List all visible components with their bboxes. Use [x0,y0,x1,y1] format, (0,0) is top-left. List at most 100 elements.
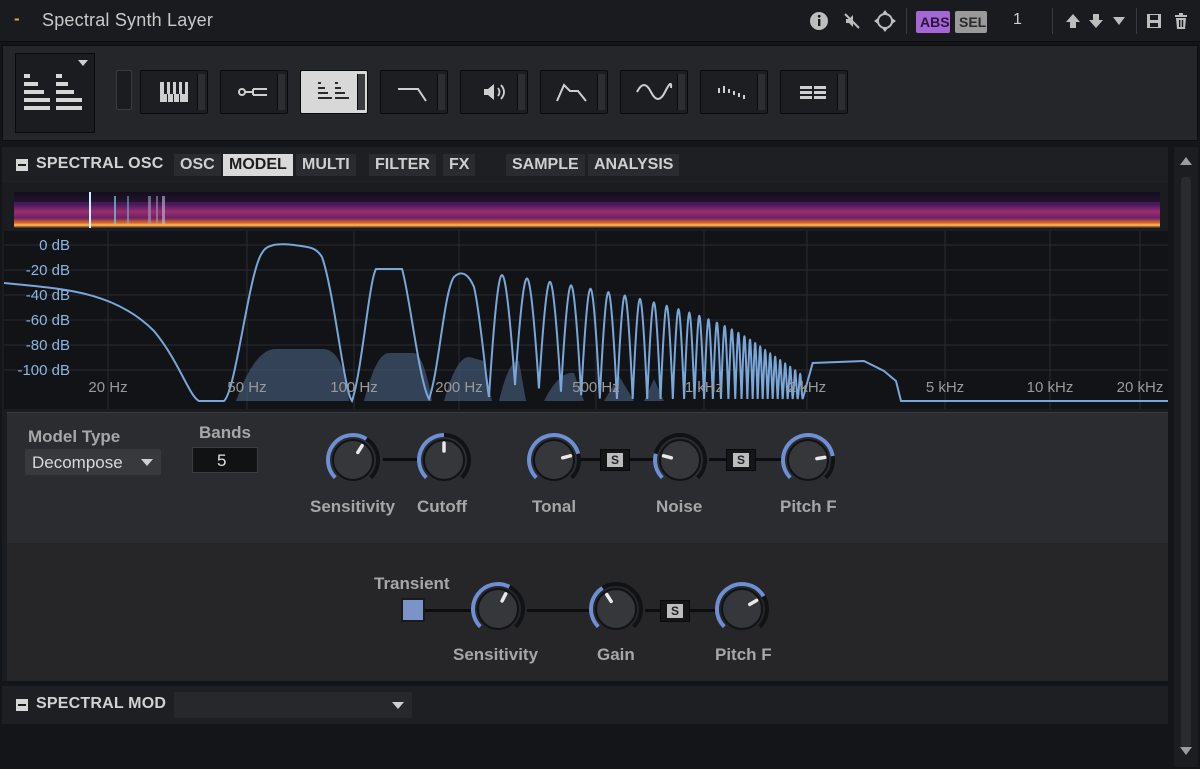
module-lfo-button[interactable] [620,70,688,114]
model-controls-panel: Model Type Decompose Bands 5 S S Sensiti… [7,412,1168,681]
sensitivity-label: Sensitivity [310,497,396,516]
sel-toggle[interactable]: SEL [955,11,987,33]
module-strip-handle [277,74,285,110]
save-icon[interactable] [1143,10,1165,32]
spectrum-plot: 0 dB -20 dB -40 dB -60 dB -80 dB -100 dB 20 Hz… [3,231,1168,409]
chevron-down-icon [78,60,88,66]
spectrum-curve [3,243,1168,404]
freq-tick-label: 200 Hz [435,379,483,396]
db-tick-label: -60 dB [26,312,70,329]
vertical-scrollbar[interactable] [1174,147,1198,767]
cutoff-label: Cutoff [417,497,468,516]
pitch-f-knob[interactable] [779,431,837,489]
tab-osc[interactable]: OSC [174,154,221,176]
bands-value: 5 [217,451,227,470]
scroll-down-icon[interactable] [1180,747,1192,755]
scroll-thumb[interactable] [1181,177,1191,747]
module-selector[interactable] [15,53,95,133]
spectral-bars-icon [318,82,349,99]
envelope-icon [556,83,587,102]
module-strip-handle [437,74,445,110]
module-keyboard-button[interactable] [140,70,208,114]
knob-link [527,609,591,612]
tonal-knob[interactable] [525,431,583,489]
tab-filter[interactable]: FILTER [369,154,436,176]
tab-multi[interactable]: MULTI [296,154,356,176]
db-tick-label: 0 dB [39,237,70,254]
svg-text:3: 3 [882,17,888,28]
module-strip [2,45,1198,141]
module-strip-handle [517,74,525,110]
knob-link [425,609,475,612]
noise-label: Noise [656,497,703,516]
trash-icon[interactable] [1170,10,1192,32]
sensitivity-knob[interactable] [324,431,382,489]
transient-gain-knob[interactable] [587,580,645,638]
module-strip-handle [837,74,845,110]
module-strip-handle [197,74,205,110]
module-spectral-osc-button[interactable] [300,70,368,114]
bands-input[interactable]: 5 [192,447,258,473]
menu-dropdown-icon[interactable] [1108,10,1130,32]
section-header: SPECTRAL OSC OSC MODEL MULTI FILTER FX S… [2,147,1168,183]
bands-label: Bands [199,423,251,442]
module-envelope-button[interactable] [540,70,608,114]
model-type-label: Model Type [28,427,121,446]
routing-icon [238,88,267,96]
tab-model[interactable]: MODEL [223,154,293,176]
transient-sensitivity-knob[interactable] [469,580,527,638]
collapse-icon[interactable] [16,159,28,171]
model-type-value: Decompose [32,453,123,472]
module-step-mod-button[interactable] [700,70,768,114]
model-type-dropdown[interactable]: Decompose [25,449,161,475]
info-icon[interactable] [808,10,830,32]
tab-analysis[interactable]: ANALYSIS [588,154,680,176]
module-filter-button[interactable] [380,70,448,114]
transient-pitch-f-knob[interactable] [713,580,771,638]
separator [1136,8,1137,34]
mute-icon[interactable] [841,10,863,32]
link-s-button[interactable]: S [726,449,756,471]
target-icon[interactable]: 3 [874,10,896,32]
cutoff-knob[interactable] [415,431,473,489]
spectral-mod-dropdown[interactable] [174,692,412,718]
abs-toggle[interactable]: ABS [916,11,950,33]
arrow-up-icon[interactable] [1062,10,1084,32]
link-s-button[interactable]: S [660,600,690,622]
module-small-toggle[interactable] [116,70,132,110]
link-s-button[interactable]: S [600,449,630,471]
transient-gain-label: Gain [597,645,635,664]
speaker-icon [484,84,505,100]
noise-knob[interactable] [651,431,709,489]
module-amp-button[interactable] [460,70,528,114]
tab-fx[interactable]: FX [443,154,476,176]
separator [1052,8,1053,34]
spectrogram [14,192,1160,228]
tab-sample[interactable]: SAMPLE [506,154,585,176]
freq-tick-label: 10 kHz [1027,379,1074,396]
collapse-dash[interactable]: - [14,9,20,29]
freq-tick-label: 20 Hz [88,379,127,396]
knob-link [383,458,419,461]
freq-tick-label: 50 Hz [227,379,266,396]
spectrogram-strip[interactable] [14,192,1160,228]
freq-tick-label: 100 Hz [330,379,378,396]
db-tick-label: -80 dB [26,337,70,354]
spectral-mod-section: SPECTRAL MOD [2,686,1168,724]
list-icon [800,86,826,99]
arrow-down-icon[interactable] [1085,10,1107,32]
separator [906,8,907,34]
module-list-button[interactable] [780,70,848,114]
transient-checkbox[interactable] [401,598,425,622]
scroll-up-icon[interactable] [1180,157,1192,165]
collapse-icon[interactable] [16,699,28,711]
freq-tick-label: 20 kHz [1117,379,1164,396]
freq-tick-label: 1 kHz [685,379,723,396]
layer-number: 1 [1013,11,1022,28]
module-routing-button[interactable] [220,70,288,114]
module-strip-handle [677,74,685,110]
spectrum-graph[interactable]: 0 dB -20 dB -40 dB -60 dB -80 dB -100 dB 20 Hz… [3,231,1168,409]
spectral-osc-section: SPECTRAL OSC OSC MODEL MULTI FILTER FX S… [2,147,1168,681]
sine-wave-icon [636,82,673,100]
filter-icon [398,88,427,102]
